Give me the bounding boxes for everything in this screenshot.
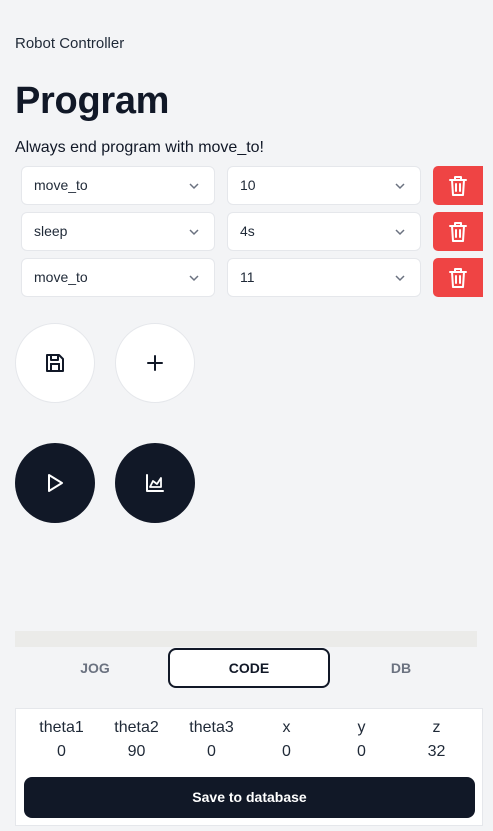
chart-icon — [146, 474, 164, 492]
chevron-down-icon — [189, 183, 199, 190]
coord-value: 0 — [357, 743, 366, 760]
argument-value: 10 — [240, 177, 256, 193]
coord-label: theta1 — [39, 719, 84, 736]
coord-z: z 32 — [399, 719, 474, 761]
program-hint: Always end program with move_to! — [15, 139, 264, 156]
add-step-button[interactable] — [115, 323, 195, 403]
tab-bar: JOG CODE DB — [15, 648, 477, 688]
coord-value: 90 — [127, 743, 146, 760]
argument-select[interactable]: 11 — [227, 258, 421, 297]
coord-theta3: theta3 0 — [174, 719, 249, 761]
coord-label: y — [357, 719, 366, 736]
tab-jog[interactable]: JOG — [15, 648, 175, 688]
command-select[interactable]: sleep — [21, 212, 215, 251]
play-icon — [48, 474, 63, 492]
coord-label: z — [432, 719, 441, 736]
program-row: move_to 10 — [21, 166, 493, 206]
chevron-down-icon — [189, 229, 199, 236]
command-value: sleep — [34, 223, 68, 239]
code-panel: theta1 0 theta2 90 theta3 0 x 0 y 0 z 32… — [15, 708, 483, 826]
save-to-database-button[interactable]: Save to database — [24, 777, 475, 818]
coord-label: theta3 — [189, 719, 234, 736]
coord-y: y 0 — [324, 719, 399, 761]
delete-row-button[interactable] — [433, 212, 483, 251]
program-row: sleep 4s — [21, 212, 493, 252]
command-value: move_to — [34, 177, 88, 193]
chevron-down-icon — [395, 183, 405, 190]
trash-icon — [449, 175, 467, 196]
app-title: Robot Controller — [15, 35, 125, 52]
coord-value: 0 — [57, 743, 66, 760]
argument-select[interactable]: 10 — [227, 166, 421, 205]
coord-label: theta2 — [114, 719, 159, 736]
divider — [15, 631, 477, 647]
command-value: move_to — [34, 269, 88, 285]
chevron-down-icon — [189, 275, 199, 282]
coord-theta1: theta1 0 — [24, 719, 99, 761]
coord-value: 0 — [282, 743, 291, 760]
trash-icon — [449, 221, 467, 242]
coord-value: 0 — [207, 743, 216, 760]
command-select[interactable]: move_to — [21, 258, 215, 297]
chart-button[interactable] — [115, 443, 195, 523]
save-program-button[interactable] — [15, 323, 95, 403]
floppy-disk-icon — [46, 354, 64, 372]
argument-value: 4s — [240, 223, 255, 239]
plus-icon — [147, 355, 163, 371]
trash-icon — [449, 267, 467, 288]
chevron-down-icon — [395, 229, 405, 236]
program-row: move_to 11 — [21, 258, 493, 298]
chevron-down-icon — [395, 275, 405, 282]
command-select[interactable]: move_to — [21, 166, 215, 205]
coord-label: x — [282, 719, 291, 736]
delete-row-button[interactable] — [433, 166, 483, 205]
argument-select[interactable]: 4s — [227, 212, 421, 251]
tab-code[interactable]: CODE — [168, 648, 330, 688]
coord-theta2: theta2 90 — [99, 719, 174, 761]
coord-value: 32 — [427, 743, 446, 760]
run-program-button[interactable] — [15, 443, 95, 523]
delete-row-button[interactable] — [433, 258, 483, 297]
tab-db[interactable]: DB — [325, 648, 477, 688]
argument-value: 11 — [240, 269, 255, 285]
coord-x: x 0 — [249, 719, 324, 761]
page-title: Program — [15, 80, 170, 122]
